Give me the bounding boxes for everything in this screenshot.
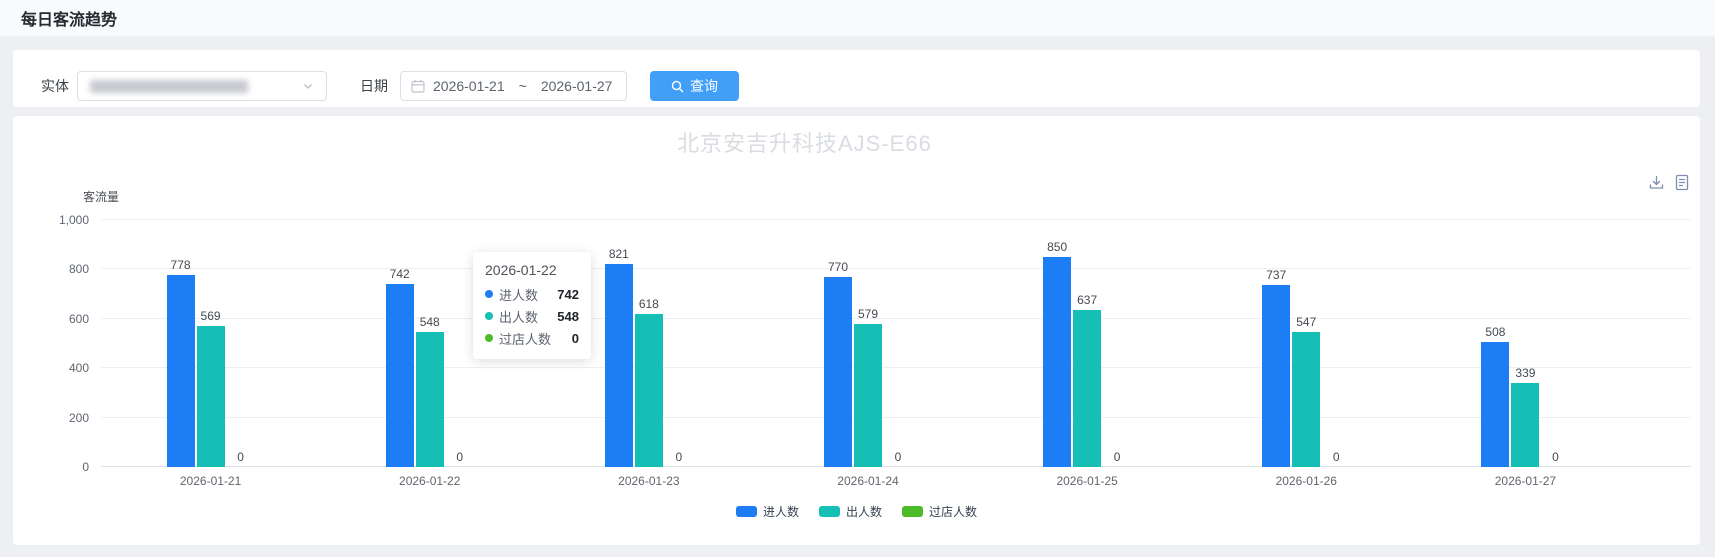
bar-出人数[interactable] [197,326,225,467]
title-bar: 每日客流趋势 [0,0,1715,36]
bar-进人数[interactable] [824,277,852,467]
legend-label: 进人数 [763,503,799,520]
bar-出人数[interactable] [635,314,663,467]
tooltip-label: 过店人数 [499,329,551,348]
x-axis-label: 2026-01-25 [978,474,1197,488]
bar-value-label: 0 [676,450,683,464]
y-axis-title: 客流量 [83,188,119,205]
bar-value-label: 569 [201,309,221,323]
entity-select[interactable] [77,71,327,101]
bar-value-label: 579 [858,307,878,321]
bar-value-label: 737 [1266,268,1286,282]
bar-value-label: 850 [1047,240,1067,254]
y-tick-label: 400 [69,361,89,375]
bar-value-label: 0 [456,450,463,464]
tooltip-dot [485,312,493,320]
legend-swatch [902,506,923,517]
entity-value-redacted [90,80,248,93]
bar-出人数[interactable] [1292,332,1320,467]
legend-item-出人数[interactable]: 出人数 [819,503,882,520]
tooltip-label: 出人数 [499,307,538,326]
tooltip-row: 出人数 548 [485,305,579,327]
date-separator: ~ [519,78,527,94]
chart-panel: 客流量 0 200 400 600 800 1,000 778 569 0 2026-01-21 7… [13,116,1700,545]
plot-area: 02004006008001,00077856902026-01-2174254… [101,220,1691,467]
bar-value-label: 0 [1114,450,1121,464]
bar-value-label: 618 [639,297,659,311]
x-axis-label: 2026-01-26 [1197,474,1416,488]
calendar-icon [411,79,425,93]
bar-value-label: 0 [895,450,902,464]
tooltip-dot [485,290,493,298]
legend-item-过店人数[interactable]: 过店人数 [902,503,977,520]
bar-出人数[interactable] [854,324,882,467]
bar-value-label: 637 [1077,293,1097,307]
bar-group: 77057902026-01-24 [758,220,977,467]
date-range-input[interactable]: 2026-01-21 ~ 2026-01-27 [400,71,627,101]
download-icon[interactable] [1648,174,1665,191]
tooltip-value: 0 [572,331,579,346]
bar-value-label: 0 [1333,450,1340,464]
bar-出人数[interactable] [416,332,444,467]
report-icon[interactable] [1674,174,1690,191]
bar-进人数[interactable] [1043,257,1071,467]
legend-item-进人数[interactable]: 进人数 [736,503,799,520]
legend-label: 出人数 [846,503,882,520]
date-start: 2026-01-21 [433,78,505,94]
entity-label: 实体 [41,76,69,96]
tooltip-row: 进人数 742 [485,283,579,305]
x-axis-label: 2026-01-23 [539,474,758,488]
bar-group: 73754702026-01-26 [1197,220,1416,467]
bar-value-label: 770 [828,260,848,274]
bar-group: 85063702026-01-25 [978,220,1197,467]
tooltip-label: 进人数 [499,285,538,304]
y-tick-label: 0 [82,460,89,474]
bar-进人数[interactable] [167,275,195,467]
search-icon [671,80,684,93]
page-title: 每日客流趋势 [21,6,117,30]
bar-value-label: 778 [171,258,191,272]
bar-出人数[interactable] [1511,383,1539,467]
bar-value-label: 508 [1485,325,1505,339]
bar-进人数[interactable] [1481,342,1509,467]
bar-进人数[interactable] [605,264,633,467]
tooltip-value: 548 [557,309,579,324]
y-tick-label: 800 [69,262,89,276]
bar-value-label: 821 [609,247,629,261]
x-axis-label: 2026-01-24 [758,474,977,488]
bar-value-label: 0 [237,450,244,464]
date-end: 2026-01-27 [541,78,613,94]
x-axis-label: 2026-01-27 [1416,474,1635,488]
query-button-label: 查询 [690,76,718,96]
y-tick-label: 200 [69,411,89,425]
y-tick-label: 600 [69,312,89,326]
chevron-down-icon [302,80,314,92]
tooltip-row: 过店人数 0 [485,327,579,349]
chart-legend: 进人数 出人数 过店人数 [13,503,1700,520]
bar-进人数[interactable] [1262,285,1290,467]
bar-进人数[interactable] [386,284,414,467]
bar-value-label: 0 [1552,450,1559,464]
tooltip-dot [485,334,493,342]
chart-tooltip: 2026-01-22 进人数 742 出人数 548 过店人数 0 [473,252,591,359]
x-axis-label: 2026-01-21 [101,474,320,488]
y-tick-label: 1,000 [59,213,89,227]
bar-groups: 77856902026-01-2174254802026-01-22821618… [101,220,1635,467]
tooltip-value: 742 [557,287,579,302]
legend-swatch [736,506,757,517]
date-label: 日期 [360,76,388,96]
x-axis-label: 2026-01-22 [320,474,539,488]
bar-group: 50833902026-01-27 [1416,220,1635,467]
bar-value-label: 547 [1296,315,1316,329]
tooltip-title: 2026-01-22 [485,262,579,278]
bar-value-label: 548 [420,315,440,329]
legend-label: 过店人数 [929,503,977,520]
bar-group: 77856902026-01-21 [101,220,320,467]
legend-swatch [819,506,840,517]
bar-出人数[interactable] [1073,310,1101,467]
bar-value-label: 742 [390,267,410,281]
filter-bar: 实体 日期 2026-01-21 ~ 2026-01-27 查询 [13,50,1700,107]
query-button[interactable]: 查询 [650,71,739,101]
bar-value-label: 339 [1515,366,1535,380]
